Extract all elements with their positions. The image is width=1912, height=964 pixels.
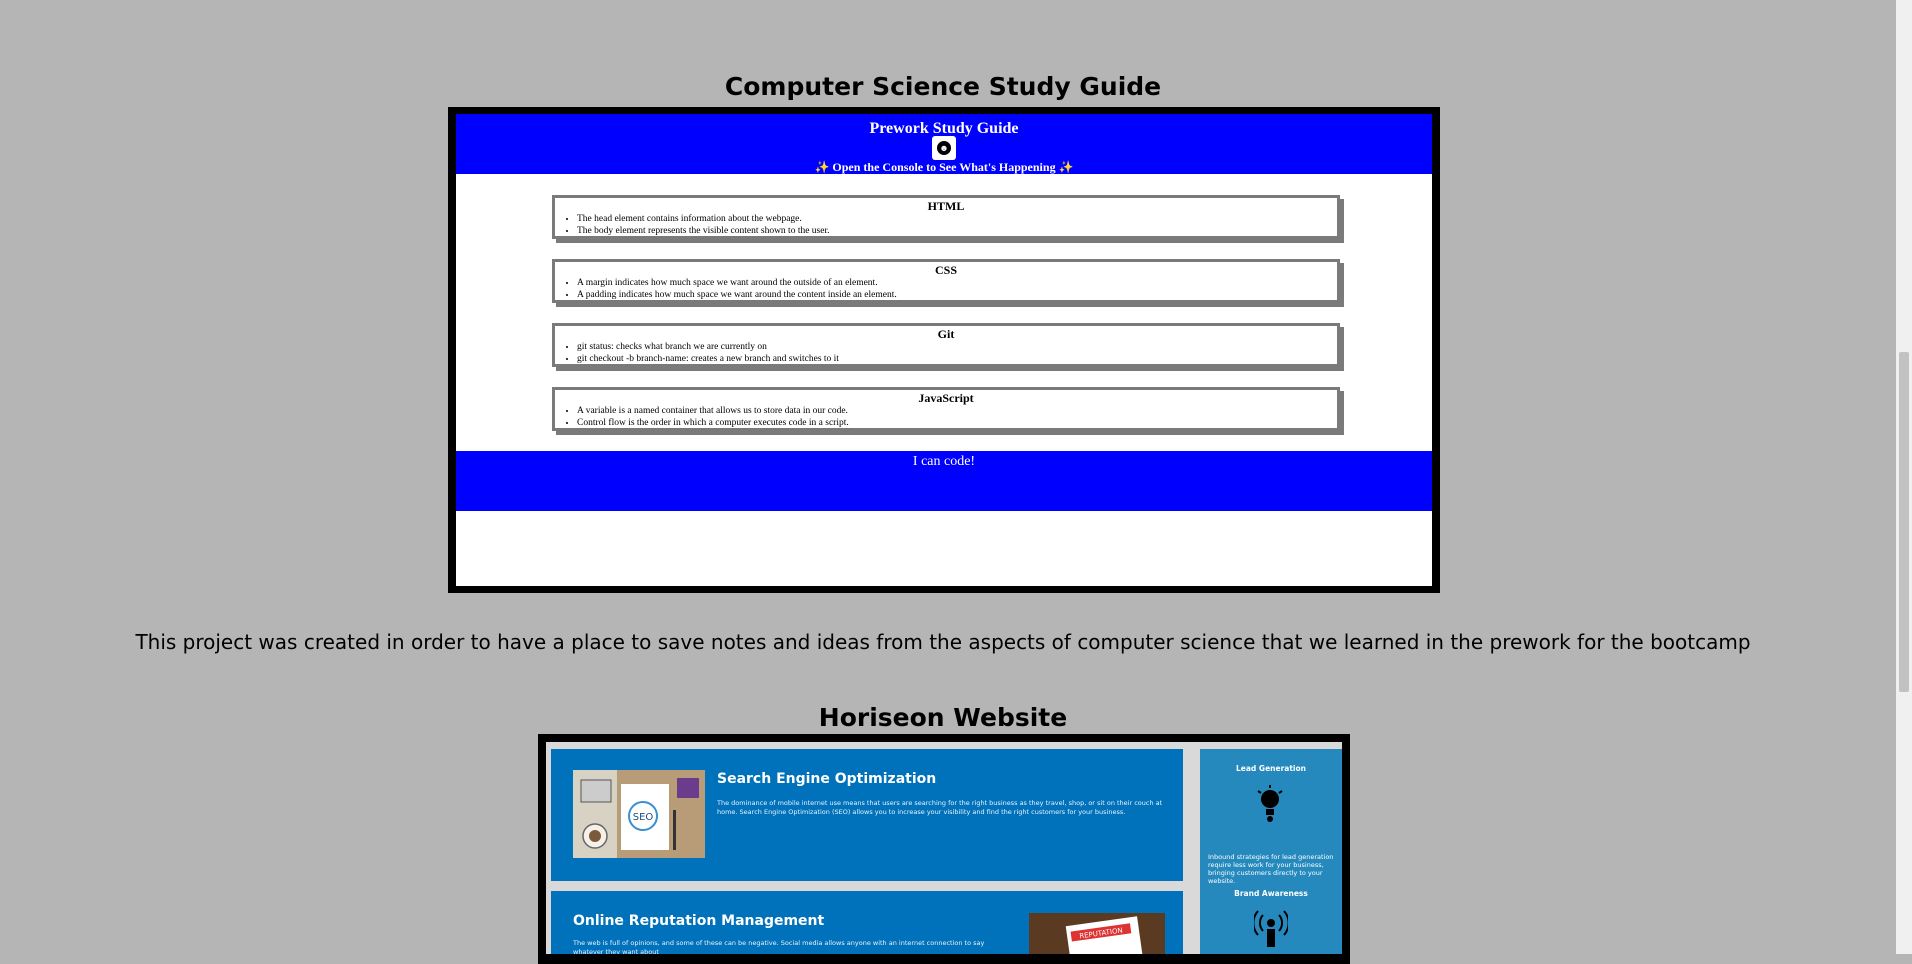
card-title: CSS — [934, 263, 957, 277]
study-guide-subtitle: ✨ Open the Console to See What's Happeni… — [814, 160, 1074, 174]
study-card-html: HTML The head element contains informati… — [552, 195, 1340, 239]
study-guide-preview[interactable]: Prework Study Guide ☻ ✨ Open the Console… — [448, 107, 1440, 593]
horiseon-sidebar: Lead Generation Inbound strategies for l… — [1200, 749, 1342, 954]
study-card-css: CSS A margin indicates how much space we… — [552, 259, 1340, 303]
scrollbar-thumb[interactable] — [1899, 352, 1909, 692]
card-title: Online Reputation Management — [573, 913, 825, 929]
project-title: Computer Science Study Guide — [724, 72, 1162, 101]
vertical-scrollbar[interactable] — [1896, 0, 1912, 954]
reputation-image: REPUTATION — [1029, 913, 1165, 954]
card-item: A padding indicates how much space we wa… — [577, 289, 897, 301]
seo-image: SEO — [573, 770, 705, 858]
card-title: Search Engine Optimization — [717, 771, 937, 787]
study-card-git: Git git status: checks what branch we ar… — [552, 323, 1340, 367]
card-item: A variable is a named container that all… — [577, 405, 849, 417]
sidebar-text: Inbound strategies for lead generation r… — [1208, 853, 1334, 885]
card-item: A margin indicates how much space we wan… — [577, 277, 897, 289]
card-item: git status: checks what branch we are cu… — [577, 341, 839, 353]
sidebar-title: Brand Awareness — [1234, 889, 1308, 898]
lightbulb-icon — [1256, 785, 1284, 825]
card-item: git checkout -b branch-name: creates a n… — [577, 353, 839, 365]
card-title: Git — [937, 327, 955, 341]
card-text: The dominance of mobile internet use mea… — [717, 799, 1163, 816]
broadcast-icon — [1252, 909, 1290, 949]
horiseon-card-reputation: Online Reputation Management The web is … — [551, 891, 1183, 954]
horiseon-card-seo: SEO Search Engine Optimization The domin… — [551, 749, 1183, 881]
skull-logo-icon: ☻ — [932, 136, 956, 160]
portfolio-page: Computer Science Study Guide Prework Stu… — [0, 0, 1896, 964]
footer-text: I can code! — [912, 454, 976, 469]
seo-image-label: SEO — [633, 812, 654, 823]
project-title: Horiseon Website — [818, 703, 1068, 732]
study-guide-footer: I can code! — [456, 451, 1432, 511]
card-title: JavaScript — [918, 391, 974, 405]
card-item: Control flow is the order in which a com… — [577, 417, 849, 429]
horiseon-preview[interactable]: SEO Search Engine Optimization The domin… — [538, 734, 1350, 964]
card-item: The body element represents the visible … — [577, 225, 829, 237]
sidebar-title: Lead Generation — [1236, 764, 1306, 773]
project-description: This project was created in order to hav… — [135, 630, 1751, 654]
card-text: The web is full of opinions, and some of… — [573, 939, 985, 954]
card-item: The head element contains information ab… — [577, 213, 829, 225]
card-title: HTML — [927, 199, 965, 213]
study-guide-header: Prework Study Guide ☻ ✨ Open the Console… — [456, 114, 1432, 174]
study-card-javascript: JavaScript A variable is a named contain… — [552, 387, 1340, 431]
